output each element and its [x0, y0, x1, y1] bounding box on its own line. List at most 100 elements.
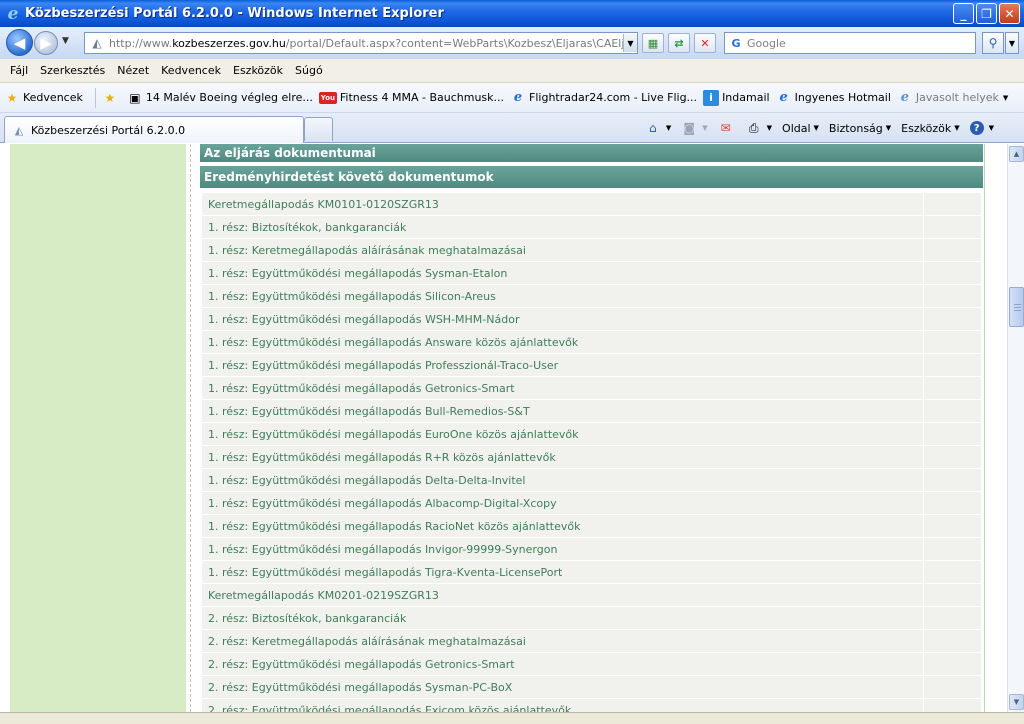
document-link[interactable]: 1. rész: Együttműködési megállapodás R+R… [202, 446, 923, 468]
refresh-button[interactable]: ⇄ [668, 33, 690, 53]
address-url[interactable]: http://www.kozbeszerzes.gov.hu/portal/De… [109, 37, 623, 50]
document-row-extra-cell [923, 561, 981, 583]
home-icon: ⌂ [649, 121, 657, 135]
document-link[interactable]: 1. rész: Együttműködési megállapodás Sys… [202, 262, 923, 284]
suggested-sites-icon: e [900, 90, 910, 105]
main-panel: Az eljárás dokumentumai Eredményhirdetés… [200, 144, 983, 712]
youtube-icon: You [318, 91, 337, 104]
feeds-button[interactable]: ◙ ▼ [677, 117, 711, 139]
document-link[interactable]: 1. rész: Együttműködési megállapodás Alb… [202, 492, 923, 514]
address-bar[interactable]: ◭ http://www.kozbeszerzes.gov.hu/portal/… [84, 32, 638, 54]
favorite-link-malev[interactable]: ▣ 14 Malév Boeing végleg elre... [127, 90, 313, 106]
document-link[interactable]: Keretmegállapodás KM0101-0120SZGR13 [202, 193, 923, 215]
page-icon: ◭ [14, 123, 24, 137]
document-link[interactable]: 2. rész: Együttműködési megállapodás Get… [202, 653, 923, 675]
document-link[interactable]: 1. rész: Együttműködési megállapodás Pro… [202, 354, 923, 376]
document-link[interactable]: 2. rész: Együttműködési megállapodás Exi… [202, 699, 923, 713]
document-link[interactable]: 1. rész: Együttműködési megállapodás Eur… [202, 423, 923, 445]
document-row: 1. rész: Együttműködési megállapodás Tig… [202, 561, 981, 584]
document-row-extra-cell [923, 285, 981, 307]
help-button[interactable]: ? ▼ [966, 117, 998, 139]
document-link[interactable]: 2. rész: Együttműködési megállapodás Sys… [202, 676, 923, 698]
compatibility-view-button[interactable]: ▦ [642, 33, 664, 53]
chevron-down-icon: ▼ [766, 124, 773, 132]
document-row: 2. rész: Együttműködési megállapodás Exi… [202, 699, 981, 712]
document-row-extra-cell [923, 262, 981, 284]
document-link[interactable]: 1. rész: Együttműködési megállapodás WSH… [202, 308, 923, 330]
favorite-link-hotmail[interactable]: e Ingyenes Hotmail [776, 90, 890, 106]
forward-arrow-icon: ▶ [40, 34, 52, 52]
close-button[interactable]: ✕ [999, 3, 1020, 24]
document-row: 1. rész: Együttműködési megállapodás Eur… [202, 423, 981, 446]
chevron-down-icon: ▼ [1013, 698, 1020, 706]
new-tab-button[interactable] [304, 117, 333, 141]
chevron-down-icon: ▼ [885, 124, 892, 132]
document-link[interactable]: 1. rész: Együttműködési megállapodás Del… [202, 469, 923, 491]
navigation-bar: ◀ ▶ ▼ ◭ http://www.kozbeszerzes.gov.hu/p… [0, 27, 1024, 59]
recent-pages-dropdown[interactable]: ▼ [62, 36, 69, 46]
document-row: 2. rész: Biztosítékok, bankgaranciák [202, 607, 981, 630]
document-link[interactable]: 1. rész: Együttműködési megállapodás Ans… [202, 331, 923, 353]
print-button[interactable]: ⎙ ▼ [742, 117, 776, 139]
command-bar: ⌂ ▼ ◙ ▼ ✉ ⎙ ▼ Oldal ▼ Biztonság ▼ Eszközök ▼ ?… [641, 116, 998, 140]
document-link[interactable]: 1. rész: Együttműködési megállapodás Sil… [202, 285, 923, 307]
chevron-down-icon: ▼ [702, 124, 708, 132]
section-header-post-result-documents[interactable]: Eredményhirdetést követő dokumentumok [200, 166, 983, 188]
suggested-sites-button[interactable]: e Javasolt helyek ▼ [897, 90, 1009, 106]
address-dropdown-button[interactable]: ▼ [623, 34, 637, 52]
scroll-thumb[interactable] [1009, 287, 1024, 327]
ie-page-icon: e [513, 90, 523, 105]
minimize-button[interactable]: _ [953, 3, 974, 24]
menu-file[interactable]: Fájl [4, 64, 34, 77]
search-box[interactable]: G Google [724, 32, 976, 54]
document-link[interactable]: 2. rész: Biztosítékok, bankgaranciák [202, 607, 923, 629]
document-link[interactable]: 1. rész: Keretmegállapodás aláírásának m… [202, 239, 923, 261]
document-link[interactable]: 1. rész: Biztosítékok, bankgaranciák [202, 216, 923, 238]
document-row-extra-cell [923, 699, 981, 712]
document-link[interactable]: 2. rész: Keretmegállapodás aláírásának m… [202, 630, 923, 652]
safety-menu-button[interactable]: Biztonság ▼ [825, 117, 895, 139]
status-bar [0, 712, 1024, 724]
document-link[interactable]: 1. rész: Együttműködési megállapodás Bul… [202, 400, 923, 422]
back-button[interactable]: ◀ [6, 29, 33, 56]
scroll-down-button[interactable]: ▼ [1009, 694, 1024, 710]
document-row-extra-cell [923, 584, 981, 606]
page-menu-button[interactable]: Oldal ▼ [778, 117, 823, 139]
favorite-link-fitness[interactable]: You Fitness 4 MMA - Bauchmusk... [318, 91, 504, 104]
menu-help[interactable]: Súgó [289, 64, 329, 77]
compatibility-icon: ▦ [647, 36, 659, 50]
document-link[interactable]: 1. rész: Együttműködési megállapodás Rac… [202, 515, 923, 537]
vertical-scrollbar[interactable]: ▲ ▼ [1007, 144, 1024, 712]
menu-favorites[interactable]: Kedvencek [155, 64, 227, 77]
document-list: Keretmegállapodás KM0101-0120SZGR13 1. ré… [202, 193, 981, 712]
ie-logo-icon: e [7, 3, 19, 24]
stop-button[interactable]: ✕ [694, 33, 716, 53]
menu-view[interactable]: Nézet [111, 64, 155, 77]
menu-tools[interactable]: Eszközök [227, 64, 289, 77]
document-row: Keretmegállapodás KM0201-0219SZGR13 [202, 584, 981, 607]
favorites-star-icon: ★ [6, 90, 18, 105]
document-row: 1. rész: Együttműködési megállapodás Del… [202, 469, 981, 492]
mail-icon: ✉ [720, 121, 731, 135]
search-button[interactable]: ⚲ [982, 32, 1004, 54]
read-mail-button[interactable]: ✉ [714, 117, 740, 139]
restore-button[interactable]: ❐ [976, 3, 997, 24]
document-link[interactable]: 1. rész: Együttműködési megállapodás Inv… [202, 538, 923, 560]
add-to-favorites-bar-button[interactable]: ★ [102, 90, 121, 106]
document-link[interactable]: Keretmegállapodás KM0201-0219SZGR13 [202, 584, 923, 606]
forward-button[interactable]: ▶ [34, 31, 58, 55]
favorites-button[interactable]: ★ Kedvencek [4, 90, 83, 106]
document-link[interactable]: 1. rész: Együttműködési megállapodás Get… [202, 377, 923, 399]
scroll-up-button[interactable]: ▲ [1009, 146, 1024, 162]
tools-menu-button[interactable]: Eszközök ▼ [897, 117, 963, 139]
tab-kozbeszerzesi-portal[interactable]: ◭ Közbeszerzési Portál 6.2.0.0 [4, 116, 304, 143]
favorite-link-indamail[interactable]: i Indamail [703, 89, 770, 106]
menu-edit[interactable]: Szerkesztés [34, 64, 111, 77]
document-link[interactable]: 1. rész: Együttműködési megállapodás Tig… [202, 561, 923, 583]
favorite-link-flightradar[interactable]: e Flightradar24.com - Live Flig... [510, 90, 697, 106]
document-row-extra-cell [923, 630, 981, 652]
search-options-dropdown[interactable]: ▼ [1005, 32, 1019, 54]
section-header-procedure-documents[interactable]: Az eljárás dokumentumai [200, 144, 983, 162]
home-button[interactable]: ⌂ ▼ [641, 117, 675, 139]
restore-icon: ❐ [981, 6, 992, 21]
